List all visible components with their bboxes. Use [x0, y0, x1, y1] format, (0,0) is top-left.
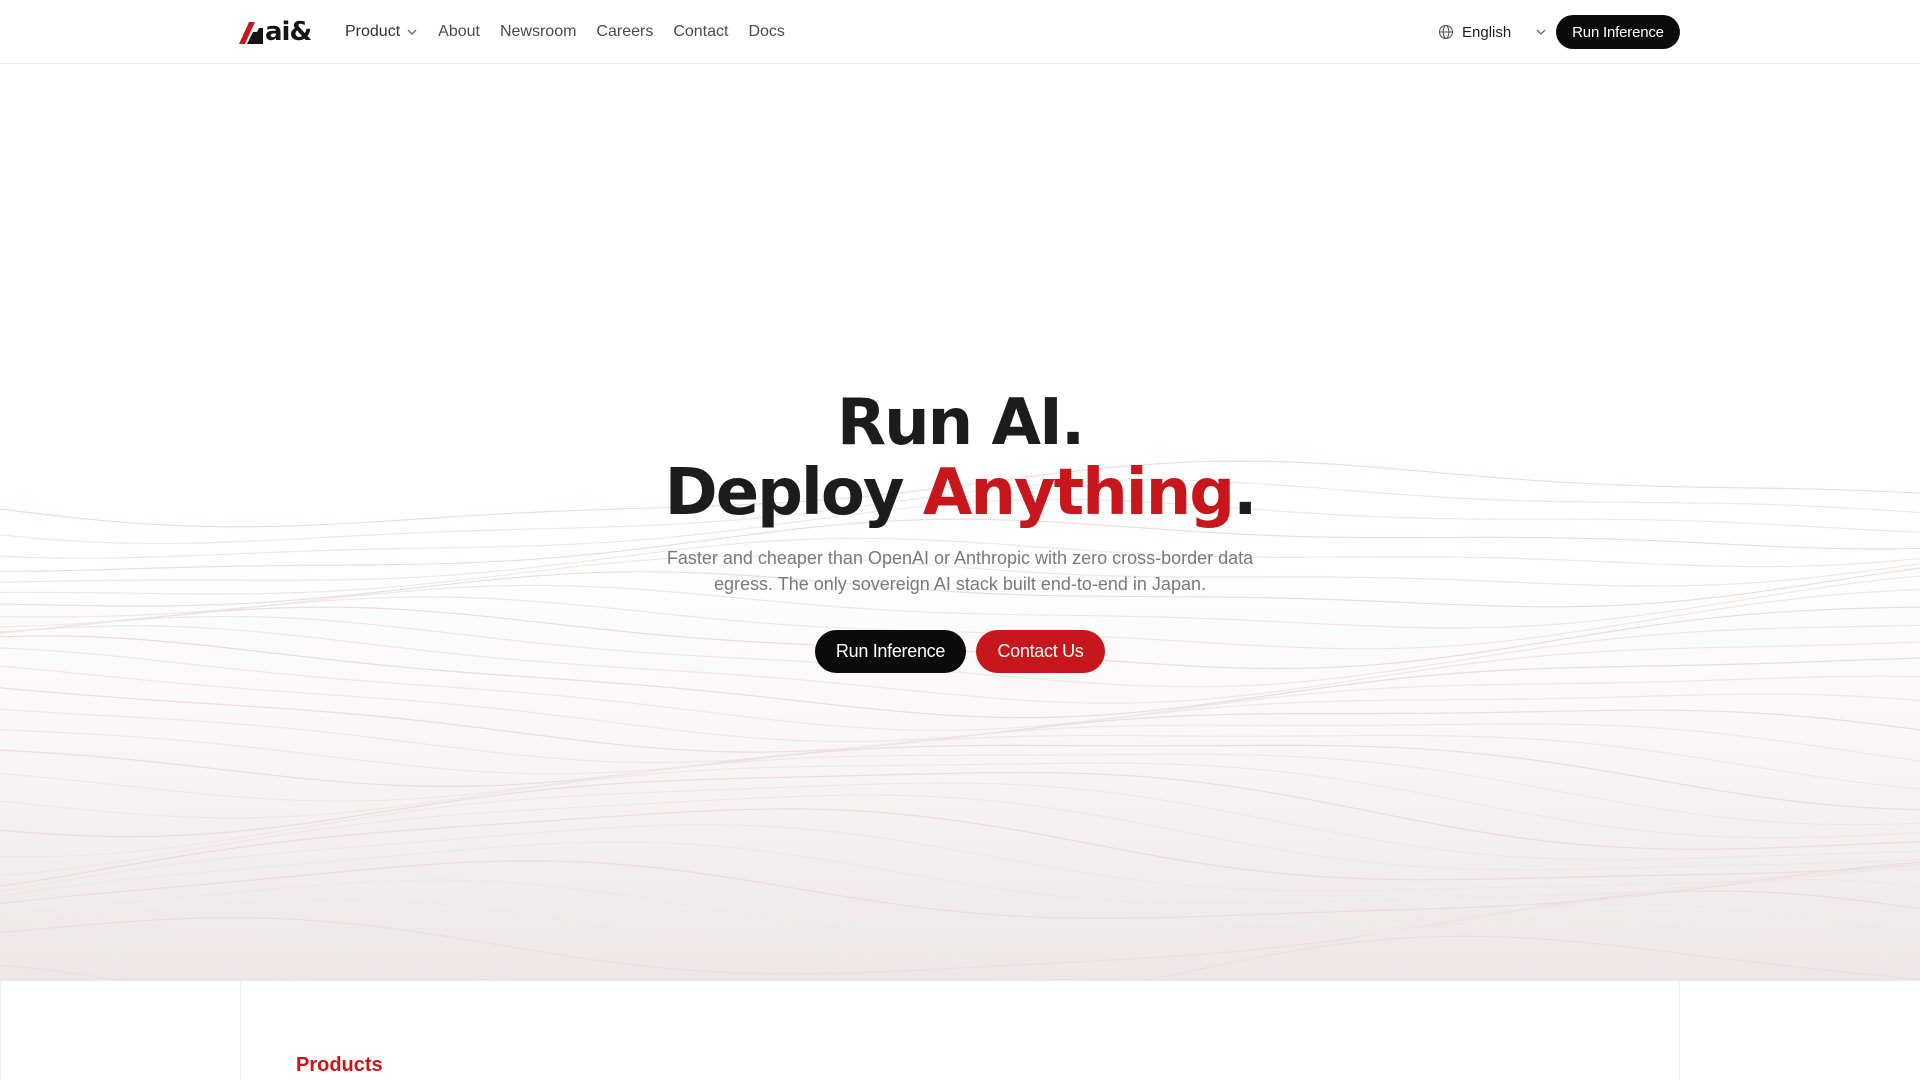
logo-text: ai&: [265, 17, 312, 47]
chevron-down-icon: [407, 29, 417, 35]
globe-icon: [1438, 24, 1454, 40]
language-label: English: [1462, 23, 1512, 41]
wave-line: [0, 771, 1920, 850]
wave-line: [0, 918, 1920, 981]
hero-title-line1: Run AI.: [836, 386, 1085, 460]
products-section: [0, 981, 1920, 1080]
wave-line: [0, 729, 1920, 790]
nav-contact[interactable]: Contact: [673, 23, 728, 41]
nav-product[interactable]: Product: [345, 23, 418, 41]
wave-line: [0, 935, 1920, 981]
hero-subtitle: Faster and cheaper than OpenAI or Anthro…: [666, 548, 1254, 594]
products-label: Products: [296, 1054, 383, 1076]
nav-careers[interactable]: Careers: [596, 23, 653, 41]
nav-newsroom[interactable]: Newsroom: [500, 23, 576, 41]
wave-line: [0, 878, 1920, 955]
run-inference-button[interactable]: Run Inference: [815, 630, 966, 673]
wave-line: [0, 794, 1920, 876]
logo-mark-icon: [239, 22, 263, 44]
chevron-down-icon: [1536, 29, 1546, 35]
hero-section: Run AI. Deploy Anything. Faster and chea…: [0, 65, 1920, 981]
main-nav: Product About Newsroom Careers Contact D…: [345, 0, 785, 64]
hero-title-accent: Anything: [922, 456, 1235, 530]
header-run-inference-button[interactable]: Run Inference: [1556, 15, 1680, 49]
hero-title-line2: Deploy Anything.: [0, 458, 1920, 528]
hero-title-suffix: .: [1233, 456, 1257, 530]
nav-about[interactable]: About: [438, 23, 480, 41]
wave-line: [0, 687, 1920, 753]
section-edge-line: [0, 981, 1, 1080]
wave-line: [0, 708, 1920, 764]
contact-us-button[interactable]: Contact Us: [976, 630, 1105, 673]
nav-product-label: Product: [345, 23, 401, 40]
wave-line: [0, 860, 1920, 920]
products-frame: [240, 981, 1680, 1080]
wave-line: [0, 890, 1920, 975]
nav-docs[interactable]: Docs: [748, 23, 784, 41]
hero-title-prefix: Deploy: [664, 456, 923, 530]
wave-line: [0, 868, 1920, 936]
wave-line: [0, 824, 1920, 893]
logo[interactable]: ai&: [239, 17, 312, 47]
wave-line: [0, 903, 1920, 981]
language-selector[interactable]: English: [1438, 0, 1547, 64]
site-header: ai& Product About Newsroom Careers Conta…: [0, 0, 1920, 64]
hero-actions: Run Inference Contact Us: [0, 630, 1920, 673]
